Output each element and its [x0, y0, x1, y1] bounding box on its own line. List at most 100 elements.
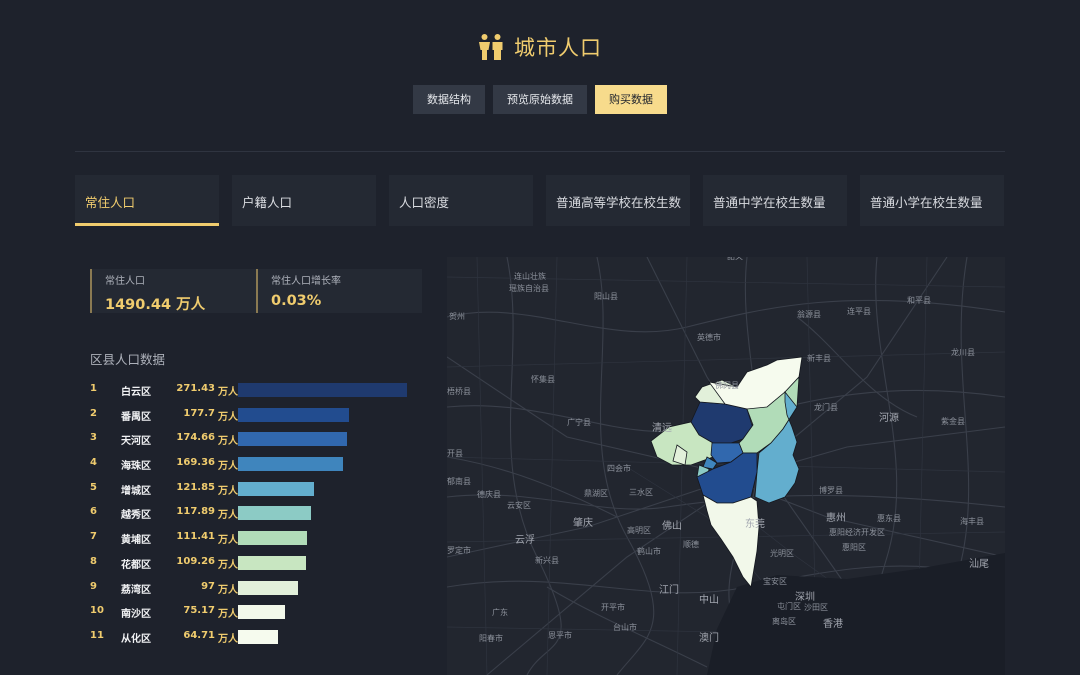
resident-population-stat: 常住人口 1490.44 万人	[90, 269, 256, 313]
map-place-label: 英德市	[697, 333, 721, 342]
map-place-label: 惠阳区	[842, 543, 866, 552]
district-row[interactable]: 11 从化区 64.71 万人	[90, 628, 420, 653]
population-bar	[238, 457, 344, 472]
map-place-label: 香港	[823, 619, 843, 630]
population-value: 117.89	[176, 506, 215, 518]
district-row[interactable]: 3 天河区 174.66 万人	[90, 430, 420, 455]
population-value: 64.71	[183, 629, 215, 641]
buy-data-button[interactable]: 购买数据	[595, 85, 667, 114]
district-row[interactable]: 7 黄埔区 111.41 万人	[90, 529, 420, 554]
rank-number: 10	[90, 605, 104, 617]
population-bar	[238, 383, 407, 397]
district-row[interactable]: 6 越秀区 117.89 万人	[90, 504, 420, 529]
tab-resident-population[interactable]: 常住人口	[75, 175, 219, 226]
data-structure-button[interactable]: 数据结构	[413, 85, 485, 114]
map-place-label: 惠东县	[877, 514, 901, 523]
map-place-label: 新丰县	[807, 354, 831, 363]
population-bar	[238, 506, 312, 521]
section-title: 区县人口数据	[90, 352, 166, 367]
summary-stats: 常住人口 1490.44 万人 常住人口增长率 0.03%	[90, 269, 422, 313]
district-name: 花都区	[121, 559, 151, 571]
header-divider	[75, 151, 1005, 152]
district-row[interactable]: 4 海珠区 169.36 万人	[90, 455, 420, 480]
map-place-label: 博罗县	[819, 486, 843, 495]
population-unit: 万人	[218, 633, 238, 645]
rank-number: 3	[90, 432, 97, 444]
map-place-label: 郁南县	[447, 477, 471, 486]
district-row[interactable]: 5 增城区 121.85 万人	[90, 480, 420, 505]
population-value: 174.66	[176, 432, 215, 444]
preview-raw-data-button[interactable]: 预览原始数据	[493, 85, 587, 114]
map-place-label: 翁源县	[797, 310, 821, 319]
population-bar	[238, 432, 347, 447]
map-place-label: 龙川县	[951, 348, 975, 357]
population-unit: 万人	[218, 461, 238, 473]
population-value: 121.85	[176, 481, 215, 493]
population-bar	[238, 580, 299, 595]
rank-number: 1	[90, 383, 97, 394]
population-value: 111.41	[176, 531, 215, 543]
population-unit: 万人	[218, 485, 238, 497]
tab-university-students[interactable]: 普通高等学校在校生数	[546, 175, 690, 226]
district-name: 南沙区	[121, 609, 151, 621]
map-place-label: 顺德	[683, 540, 699, 549]
district-name: 越秀区	[121, 510, 151, 522]
map-place-label: 清远	[652, 423, 672, 434]
rank-number: 2	[90, 407, 97, 419]
map-place-label: 怀集县	[531, 375, 555, 384]
district-row[interactable]: 9 荔湾区 97 万人	[90, 579, 420, 604]
rank-number: 6	[90, 506, 97, 518]
rank-number: 11	[90, 629, 104, 641]
population-bar	[238, 407, 349, 422]
map-place-label: 海丰县	[960, 517, 984, 526]
district-name: 白云区	[121, 387, 151, 398]
tab-population-density[interactable]: 人口密度	[389, 175, 533, 226]
map-place-label: 广东	[492, 608, 508, 617]
map-place-label: 连山壮族	[514, 272, 546, 281]
population-bar	[238, 531, 308, 546]
map-place-label: 云安区	[507, 501, 531, 510]
population-unit: 万人	[218, 559, 238, 571]
district-row[interactable]: 1 白云区 271.43 万人	[90, 381, 420, 406]
map-place-label: 恩平市	[548, 631, 572, 640]
district-row[interactable]: 8 花都区 109.26 万人	[90, 554, 420, 579]
map-place-label: 德庆县	[477, 490, 501, 499]
population-value: 271.43	[176, 383, 215, 394]
map-place-label: 河源	[879, 413, 899, 424]
map-place-label: 离岛区	[772, 617, 796, 626]
map-place-label: 江门	[659, 585, 679, 596]
city-map[interactable]: 韶关连山壮族瑶族自治县阳山县翁源县 连平县 和平县贺州英德市新丰县 龙川县怀集县佛冈县…	[447, 257, 1005, 675]
district-row[interactable]: 2 番禺区 177.7 万人	[90, 406, 420, 431]
map-background	[447, 257, 1005, 675]
district-ranking-list: 1 白云区 271.43 万人 2 番禺区 177.7 万人 3 天河区 174.66 万人 4 海珠区 1…	[90, 381, 420, 653]
district-row[interactable]: 10 南沙区 75.17 万人	[90, 603, 420, 628]
map-place-label: 阳山县	[594, 292, 618, 301]
population-value: 177.7	[183, 407, 215, 419]
map-place-label: 四会市	[607, 464, 631, 473]
rank-number: 4	[90, 457, 97, 469]
map-place-label: 韶关	[727, 257, 743, 262]
population-unit: 万人	[218, 387, 238, 398]
action-buttons: 数据结构 预览原始数据 购买数据	[0, 85, 1080, 114]
population-value: 109.26	[176, 555, 215, 567]
people-icon	[479, 34, 503, 60]
population-value: 97	[201, 580, 215, 592]
population-bar	[238, 555, 307, 570]
page-header: 城市人口	[0, 32, 1080, 62]
map-place-label: 汕尾	[969, 559, 989, 570]
map-place-label: 新兴县	[535, 556, 559, 565]
map-place-label: 台山市	[613, 623, 637, 632]
tab-registered-population[interactable]: 户籍人口	[232, 175, 376, 226]
rank-number: 7	[90, 531, 97, 543]
rank-number: 8	[90, 555, 97, 567]
map-place-label: 佛冈县	[715, 381, 739, 390]
tab-primary-school-students[interactable]: 普通小学在校生数量	[860, 175, 1004, 226]
district-name: 海珠区	[121, 461, 151, 473]
map-place-label: 高明区	[627, 526, 651, 535]
map-place-label: 鼎湖区	[584, 489, 608, 498]
tab-middle-school-students[interactable]: 普通中学在校生数量	[703, 175, 847, 226]
map-place-label: 瑶族自治县	[509, 284, 549, 293]
population-bar	[238, 605, 285, 620]
metric-tabs: 常住人口 户籍人口 人口密度 普通高等学校在校生数 普通中学在校生数量 普通小学…	[75, 175, 1004, 226]
rank-number: 5	[90, 481, 97, 493]
